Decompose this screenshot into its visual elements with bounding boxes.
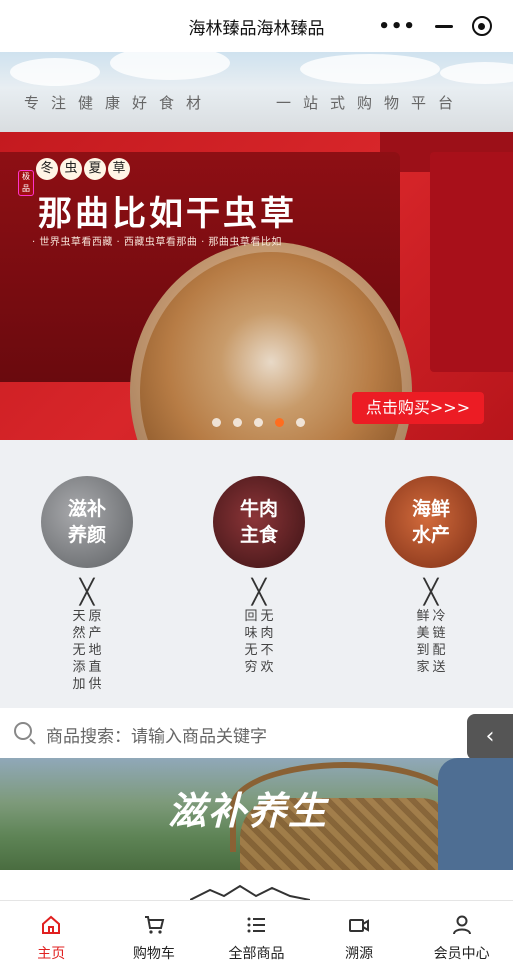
category-note: 无肉不欢 bbox=[260, 609, 274, 675]
badge-char: 冬 bbox=[36, 158, 58, 180]
carousel-dot-active[interactable] bbox=[275, 418, 284, 427]
banner-subline: · 世界虫草看西藏 · 西藏虫草看那曲 · 那曲虫草看比如 bbox=[32, 237, 282, 248]
slogan-left: 专注健康好食材 bbox=[24, 94, 214, 112]
category-section: 滋补 养颜 ╳ 天然无添加 原产地直供 牛肉 主食 ╳ 回味无穷 无肉不欢 海鲜… bbox=[0, 440, 513, 708]
minimize-icon[interactable] bbox=[434, 24, 453, 28]
category-note: 回味无穷 bbox=[244, 609, 258, 675]
tab-member-center[interactable]: 会员中心 bbox=[410, 901, 513, 972]
search-input[interactable]: 商品搜索：请输入商品关键字 bbox=[46, 722, 267, 747]
search-bar[interactable]: 商品搜索：请输入商品关键字 ‹ bbox=[0, 708, 513, 760]
carousel-indicator[interactable] bbox=[212, 418, 305, 427]
buy-now-button[interactable]: 点击购买>>> bbox=[352, 392, 484, 424]
category-label: 牛肉 bbox=[239, 498, 278, 520]
tab-label: 全部商品 bbox=[228, 946, 285, 962]
hero-banner[interactable]: 极品 冬 虫 夏 草 那曲比如干虫草 · 世界虫草看西藏 · 西藏虫草看那曲 ·… bbox=[0, 132, 513, 440]
carousel-dot[interactable] bbox=[254, 418, 263, 427]
banner-headline: 那曲比如干虫草 bbox=[38, 194, 297, 234]
tab-home[interactable]: 主页 bbox=[0, 901, 103, 972]
category-beef[interactable]: 牛肉 主食 ╳ 回味无穷 无肉不欢 bbox=[213, 476, 305, 676]
carousel-dot[interactable] bbox=[233, 418, 242, 427]
category-image: 海鲜 水产 bbox=[385, 476, 477, 568]
tab-label: 溯源 bbox=[345, 946, 374, 962]
section-title: 滋补养生 bbox=[168, 788, 329, 833]
search-icon bbox=[14, 722, 32, 740]
carousel-dot[interactable] bbox=[212, 418, 221, 427]
category-label: 滋补 bbox=[67, 498, 106, 520]
video-icon bbox=[308, 913, 411, 937]
section-banner[interactable]: 滋补养生 bbox=[0, 758, 513, 870]
close-target-icon[interactable] bbox=[471, 16, 492, 36]
category-label: 水产 bbox=[411, 524, 450, 546]
category-label: 养颜 bbox=[67, 524, 106, 546]
tab-label: 会员中心 bbox=[433, 946, 490, 962]
chevron-left-icon[interactable]: ‹ bbox=[467, 714, 513, 760]
category-note: 冷链配送 bbox=[432, 609, 446, 675]
badge-char: 虫 bbox=[60, 158, 82, 180]
badge-row: 冬 虫 夏 草 bbox=[36, 158, 130, 180]
category-note: 鲜美到家 bbox=[416, 609, 430, 675]
cross-mark: ╳ bbox=[423, 578, 439, 606]
badge-char: 夏 bbox=[84, 158, 106, 180]
badge-char: 草 bbox=[108, 158, 130, 180]
slogan-banner: 专注健康好食材 一站式购物平台 bbox=[0, 46, 513, 132]
title-bar: 海林臻品海林臻品 ••• bbox=[0, 0, 513, 52]
category-note: 天然无添加 bbox=[72, 609, 86, 692]
mini-program-capsule: ••• bbox=[369, 8, 501, 44]
mountain-icon bbox=[190, 884, 310, 900]
cross-mark: ╳ bbox=[79, 578, 95, 606]
cross-mark: ╳ bbox=[251, 578, 267, 606]
category-label: 主食 bbox=[239, 524, 278, 546]
cart-icon bbox=[103, 913, 206, 937]
tab-cart[interactable]: 购物车 bbox=[103, 901, 206, 972]
category-tonic[interactable]: 滋补 养颜 ╳ 天然无添加 原产地直供 bbox=[41, 476, 133, 693]
category-image: 滋补 养颜 bbox=[41, 476, 133, 568]
category-image: 牛肉 主食 bbox=[213, 476, 305, 568]
seal-stamp: 极品 bbox=[18, 170, 34, 196]
user-icon bbox=[410, 913, 513, 937]
tab-label: 主页 bbox=[37, 946, 66, 962]
list-icon bbox=[205, 913, 308, 937]
home-icon bbox=[0, 913, 103, 937]
tab-trace[interactable]: 溯源 bbox=[308, 901, 411, 972]
tab-all-products[interactable]: 全部商品 bbox=[205, 901, 308, 972]
section-divider bbox=[0, 870, 513, 900]
bottom-tab-bar: 主页 购物车 全部商品 溯源 会员中心 bbox=[0, 900, 513, 972]
tab-label: 购物车 bbox=[132, 946, 175, 962]
more-icon[interactable]: ••• bbox=[378, 16, 416, 37]
category-seafood[interactable]: 海鲜 水产 ╳ 鲜美到家 冷链配送 bbox=[385, 476, 477, 676]
category-note: 原产地直供 bbox=[88, 609, 102, 692]
carousel-dot[interactable] bbox=[296, 418, 305, 427]
category-label: 海鲜 bbox=[411, 498, 450, 520]
slogan-right: 一站式购物平台 bbox=[276, 94, 466, 112]
